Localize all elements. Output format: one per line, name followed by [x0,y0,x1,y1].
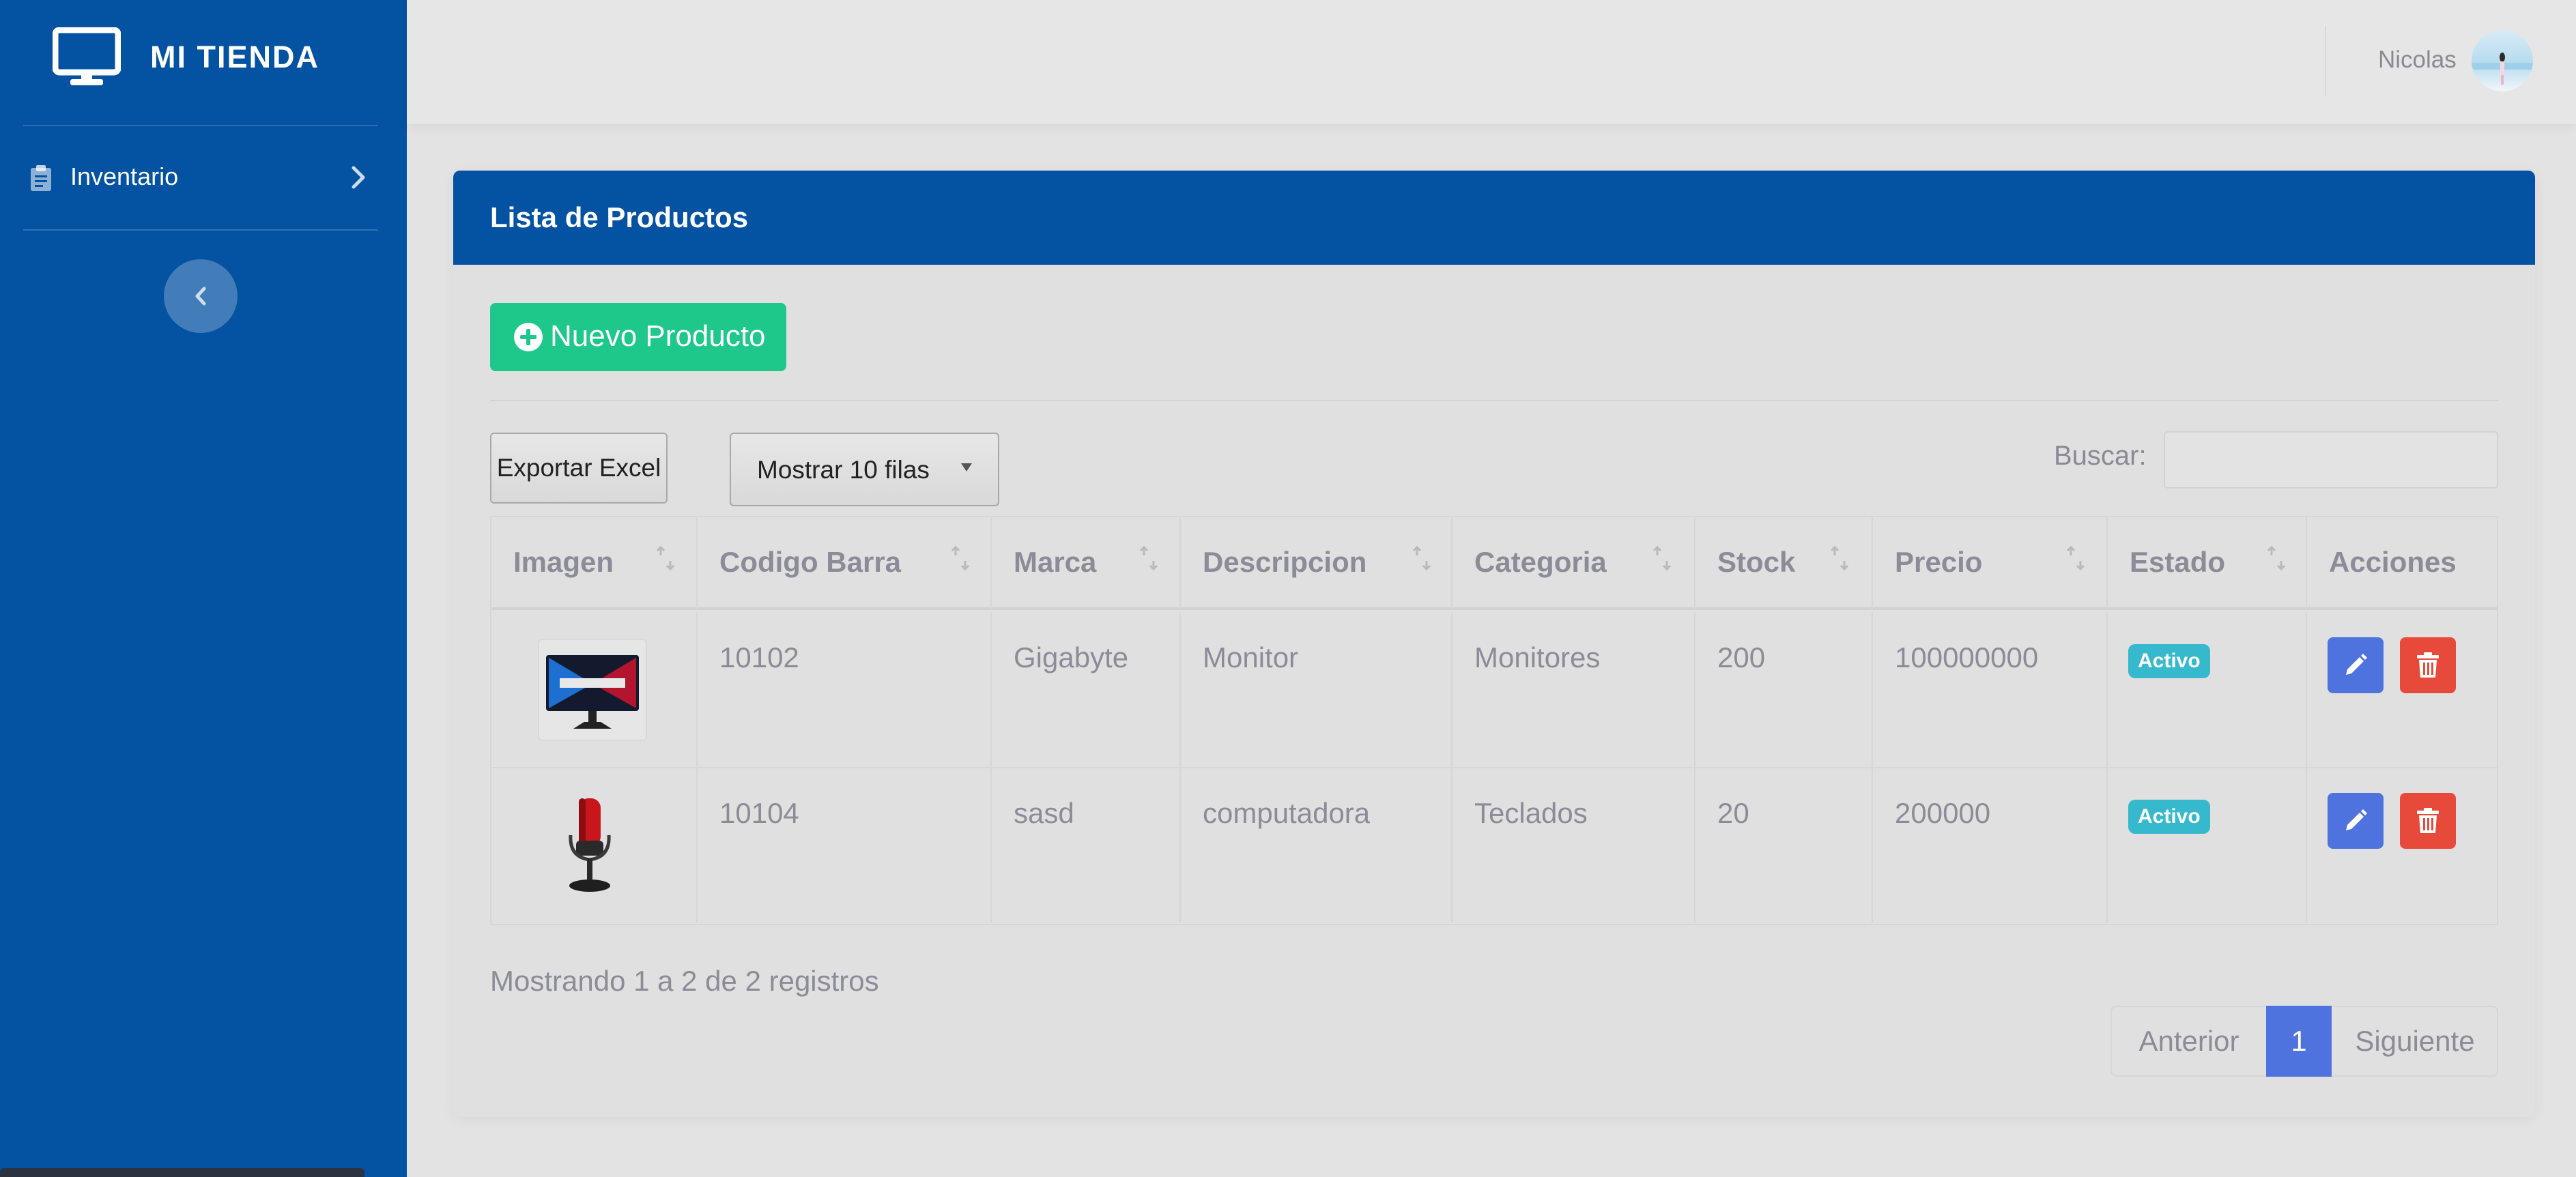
sort-icon [2066,545,2085,571]
microphone-product-image [569,798,611,892]
new-product-button[interactable]: Nuevo Producto [490,303,786,371]
column-header-estado[interactable]: Estado [2108,517,2307,610]
column-header-acciones: Acciones [2329,546,2457,578]
sort-icon [2267,545,2286,571]
sort-icon [1412,545,1431,571]
cell-barcode: 10104 [698,768,992,922]
cell-image [491,768,698,922]
table-row: 10102 Gigabyte Monitor Monitores 200 100… [491,613,2497,768]
card-header: Lista de Productos [453,171,2535,265]
status-badge: Activo [2128,644,2210,678]
page-length-button[interactable]: Mostrar 10 filas [730,433,999,506]
cell-status: Activo [2108,768,2307,922]
sort-icon [1830,545,1849,571]
pagination-next[interactable]: Siguiente [2332,1007,2498,1075]
sidebar-toggle-button[interactable] [164,259,238,333]
chevron-right-icon [352,166,365,189]
user-name[interactable]: Nicolas [2378,46,2457,74]
delete-button[interactable] [2400,793,2456,849]
sidebar-item-inventario[interactable]: Inventario [23,150,378,205]
chevron-left-icon [195,287,206,306]
brand-name: MI TIENDA [150,40,319,74]
column-header-precio[interactable]: Precio [1873,517,2108,610]
table-row: 10104 sasd computadora Teclados 20 20000… [491,768,2497,924]
pencil-icon [2346,809,2367,830]
plus-circle-icon [514,323,543,351]
cell-stock: 20 [1695,768,1873,922]
products-table: Imagen Codigo Barra Marca Descripcion Ca… [490,516,2498,925]
cell-price: 200000 [1873,768,2108,922]
card-title: Lista de Productos [490,201,749,233]
sort-icon [1139,545,1158,571]
pagination: Anterior 1 Siguiente [2110,1006,2498,1077]
cell-description: computadora [1181,768,1452,922]
table-info: Mostrando 1 a 2 de 2 registros [490,965,879,997]
cell-actions [2307,768,2497,922]
cell-category: Monitores [1452,613,1695,767]
column-header-imagen[interactable]: Imagen [491,517,698,610]
search-label: Buscar: [2054,441,2147,471]
column-header-codigo-barra[interactable]: Codigo Barra [698,517,992,610]
cell-brand: Gigabyte [992,613,1181,767]
products-card: Lista de Productos Nuevo Producto Export… [453,171,2535,1117]
cell-category: Teclados [1452,768,1695,922]
monitor-icon [53,27,121,85]
column-header-categoria[interactable]: Categoria [1452,517,1695,610]
edit-button[interactable] [2328,637,2384,693]
topbar-divider [2325,26,2326,96]
sidebar-divider [23,125,378,126]
cell-barcode: 10102 [698,613,992,767]
cell-description: Monitor [1181,613,1452,767]
cell-price: 100000000 [1873,613,2108,767]
page-length-label: Mostrar 10 filas [757,456,930,484]
sidebar-item-label: Inventario [70,162,179,190]
sort-icon [1652,545,1672,571]
cell-stock: 200 [1695,613,1873,767]
table-header: Imagen Codigo Barra Marca Descripcion Ca… [491,517,2497,610]
column-header-stock[interactable]: Stock [1695,517,1873,610]
new-product-label: Nuevo Producto [550,319,766,353]
search-input[interactable] [2164,431,2498,489]
sidebar: MI TIENDA Inventario [0,0,407,1177]
column-header-marca[interactable]: Marca [992,517,1181,610]
sidebar-divider [23,229,378,231]
avatar-image [2472,53,2533,85]
trash-icon [2417,808,2439,833]
cell-actions [2307,613,2497,767]
pagination-previous[interactable]: Anterior [2112,1007,2266,1075]
taskbar-strip [0,1168,364,1177]
cell-status: Activo [2108,613,2307,767]
cell-brand: sasd [992,768,1181,922]
card-divider [490,400,2498,401]
status-badge: Activo [2128,800,2210,834]
edit-button[interactable] [2328,793,2384,849]
brand[interactable]: MI TIENDA [0,0,407,124]
cell-image [491,613,698,767]
export-excel-button[interactable]: Exportar Excel [490,433,668,504]
pagination-page-1[interactable]: 1 [2266,1006,2332,1077]
delete-button[interactable] [2400,637,2456,693]
product-image[interactable] [538,794,647,897]
topbar: Nicolas [407,0,2576,124]
caret-down-icon [961,463,972,471]
sort-icon [951,545,970,571]
avatar[interactable] [2472,30,2533,91]
column-header-descripcion[interactable]: Descripcion [1181,517,1452,610]
monitor-product-image [546,655,639,729]
clipboard-icon [31,165,51,191]
sort-icon [656,545,675,571]
pencil-icon [2346,654,2367,675]
trash-icon [2417,652,2439,678]
product-image[interactable] [538,639,647,741]
